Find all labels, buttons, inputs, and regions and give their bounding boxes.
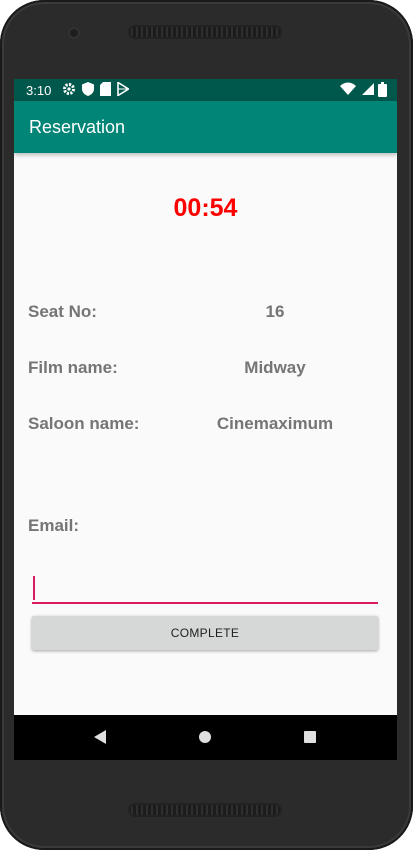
home-icon[interactable] [198,729,212,750]
film-name-label: Film name: [28,358,118,377]
app-bar-title: Reservation [29,117,126,137]
phone-frame: 3:10 Reservation 00:54 Seat No: 16 Film … [0,0,413,850]
top-speaker [128,25,282,39]
status-bar: 3:10 [14,79,397,101]
status-time: 3:10 [26,83,52,98]
saloon-name-value: Cinemaximum [216,414,334,433]
email-label: Email: [28,516,80,535]
settings-icon [62,82,76,96]
sd-card-icon [100,82,111,96]
text-cursor [33,576,35,600]
countdown-timer: 00:54 [173,194,238,222]
wifi-icon [340,82,356,97]
battery-icon [378,82,387,97]
play-store-icon [117,82,129,96]
shield-icon [82,82,94,96]
email-input[interactable] [32,576,378,604]
saloon-name-label: Saloon name: [28,414,140,433]
recents-icon[interactable] [303,729,317,750]
film-name-value: Midway [244,358,306,377]
navigation-bar [14,715,397,760]
front-camera [68,27,80,39]
seat-no-label: Seat No: [28,302,97,321]
screen: 3:10 Reservation 00:54 Seat No: 16 Film … [14,79,397,760]
complete-button[interactable]: COMPLETE [32,616,378,650]
back-icon[interactable] [93,729,107,750]
app-bar: Reservation [14,101,397,153]
seat-no-value: 16 [265,302,285,321]
bottom-speaker [128,803,282,817]
signal-icon [360,82,374,97]
